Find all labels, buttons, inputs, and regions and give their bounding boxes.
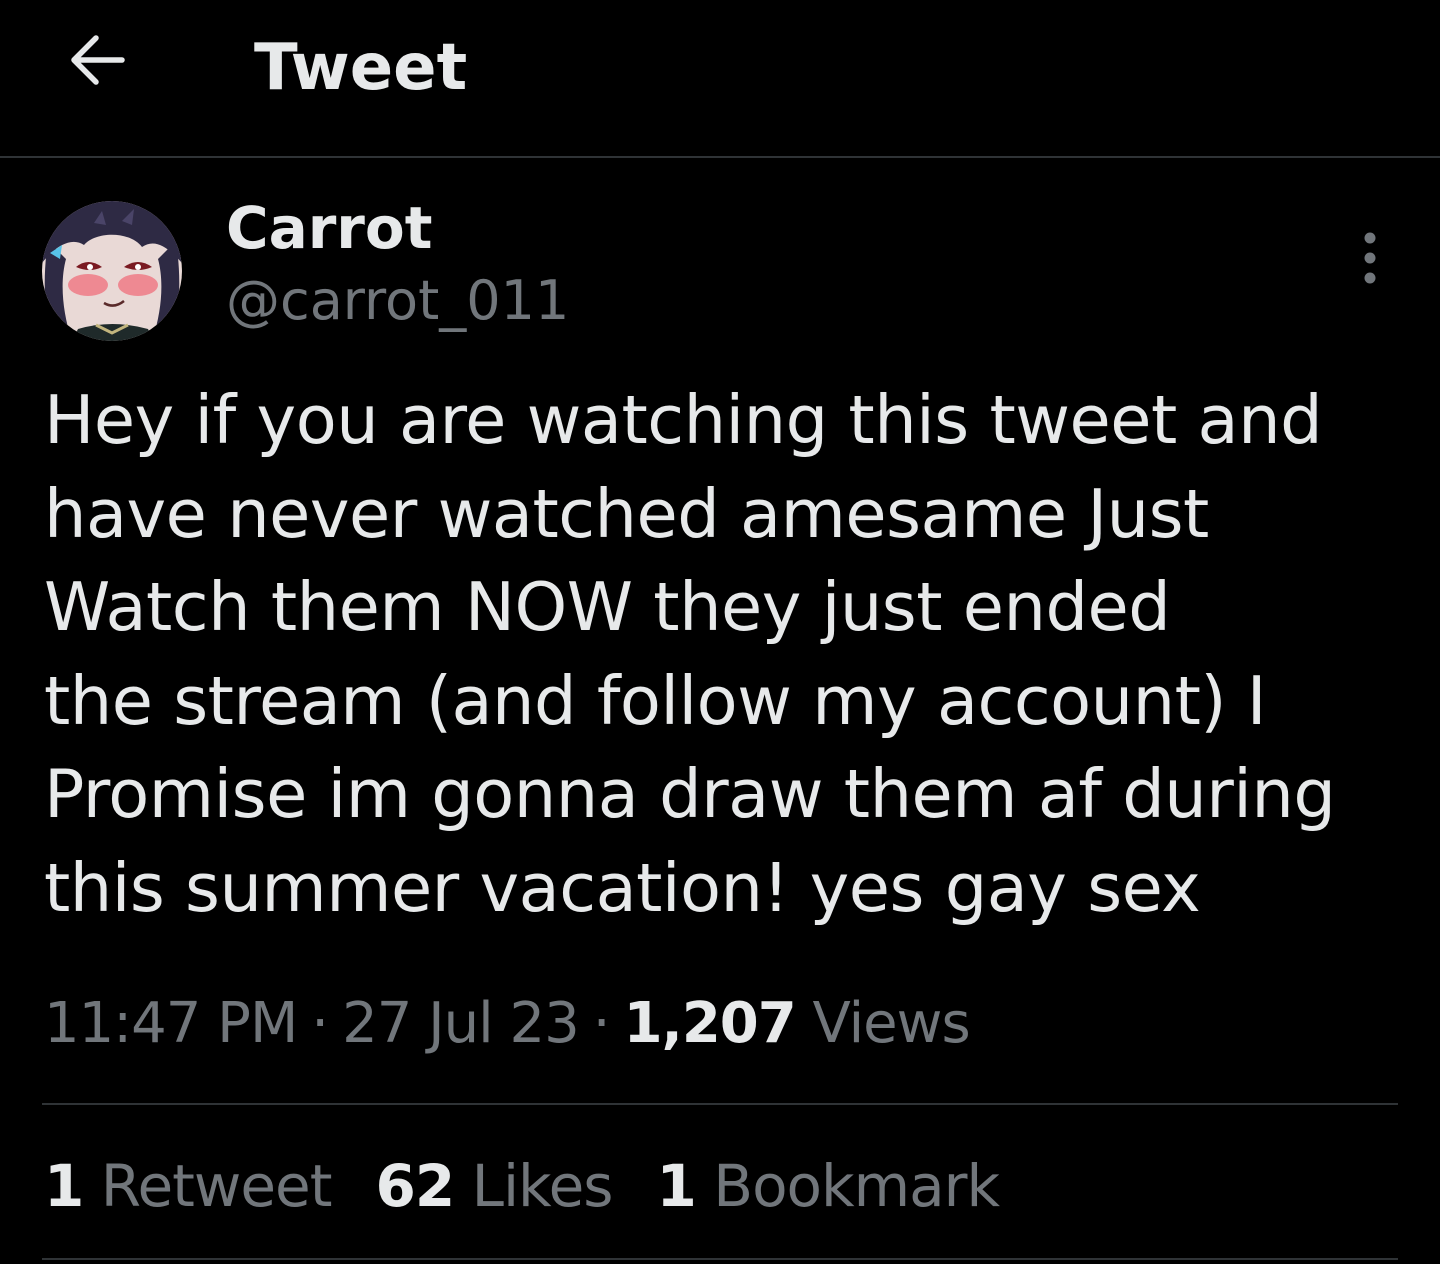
retweets-count: 1 [44,1152,84,1220]
bookmarks-stat[interactable]: 1 Bookmark [656,1148,1000,1224]
tweet-text: Hey if you are watching this tweet and h… [44,381,1336,927]
retweets-stat[interactable]: 1 Retweet [44,1148,333,1224]
avatar[interactable] [42,201,182,341]
back-button[interactable] [62,30,134,90]
retweets-label: Retweet [100,1152,333,1220]
author-handle[interactable]: @carrot_011 [226,268,569,334]
avatar-image [42,201,182,341]
meta-separator: · [592,991,611,1056]
likes-count: 62 [375,1152,455,1220]
more-vertical-icon [1364,232,1376,284]
author-display-name[interactable]: Carrot [226,194,432,262]
likes-stat[interactable]: 62 Likes [375,1148,614,1224]
tweet-stats: 1 Retweet 62 Likes 1 Bookmark [44,1148,1043,1224]
meta-separator: · [311,991,329,1056]
bookmarks-count: 1 [656,1152,696,1220]
more-options-button[interactable] [1350,230,1390,286]
arrow-left-icon [71,35,125,85]
divider [42,1103,1398,1105]
bookmarks-label: Bookmark [713,1152,1000,1220]
views-count: 1,207 [623,991,797,1056]
likes-label: Likes [471,1152,614,1220]
tweet-time[interactable]: 11:47 PM [44,991,298,1056]
page-title: Tweet [254,31,468,105]
tweet-date[interactable]: 27 Jul 23 [342,991,580,1056]
top-bar: Tweet [0,0,1440,158]
views-label: Views [812,991,971,1056]
divider [42,1258,1398,1260]
tweet-meta: 11:47 PM · 27 Jul 23 · 1,207 Views [44,988,971,1060]
